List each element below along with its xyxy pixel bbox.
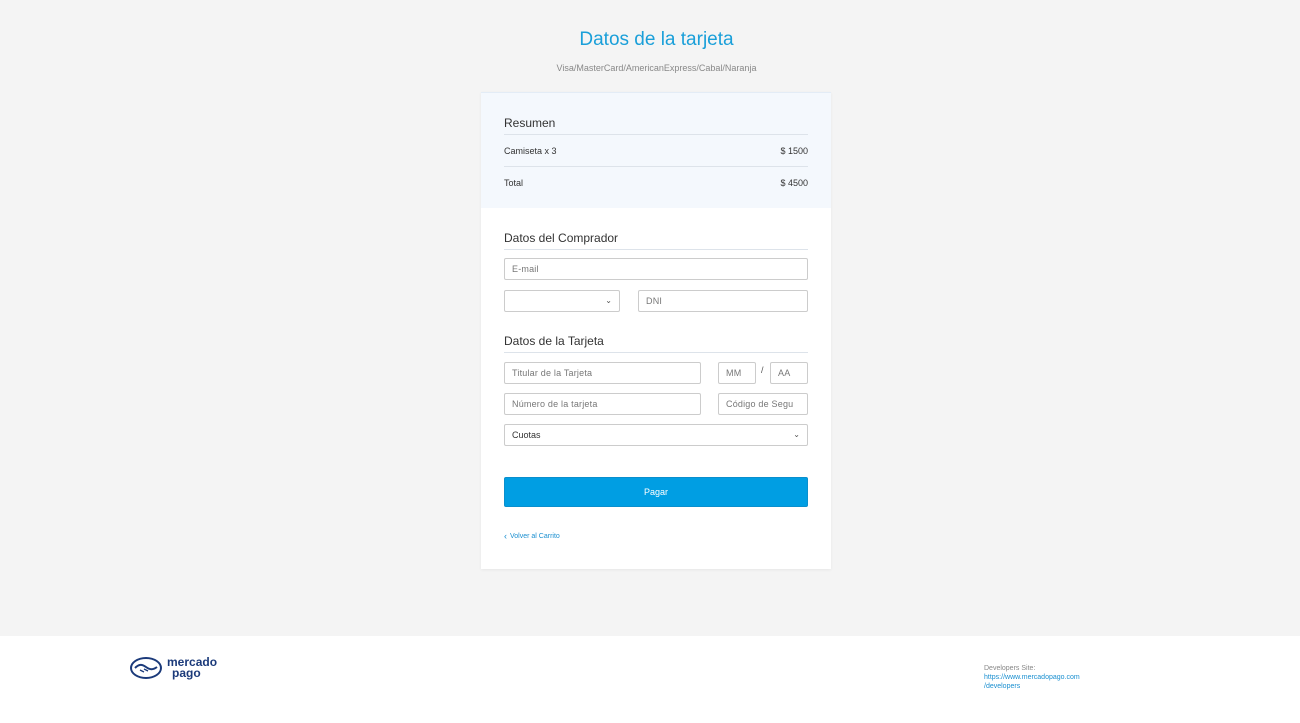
divider: [504, 352, 808, 353]
pay-button-label: Pagar: [643, 487, 669, 497]
chevron-left-icon: ‹: [504, 531, 507, 541]
divider: [504, 249, 808, 250]
back-to-cart-link[interactable]: ‹ Volver al Carrito: [504, 531, 560, 541]
card-holder-placeholder: Titular de la Tarjeta: [512, 368, 593, 378]
installments-select[interactable]: Cuotas ⌄: [504, 424, 808, 446]
dni-field[interactable]: DNI: [638, 290, 808, 312]
security-code-field[interactable]: Código de Segu: [718, 393, 808, 415]
page-title: Datos de la tarjeta: [579, 29, 734, 50]
expiry-month-field[interactable]: MM: [718, 362, 756, 384]
handshake-icon: [130, 657, 162, 679]
item-label: Camiseta x 3: [504, 146, 557, 156]
expiry-year-placeholder: AA: [778, 368, 791, 378]
chevron-down-icon: ⌄: [793, 430, 800, 439]
chevron-down-icon: ⌄: [605, 296, 612, 305]
card-section-title: Datos de la Tarjeta: [504, 334, 604, 348]
accepted-cards-subtitle: Visa/MasterCard/AmericanExpress/Cabal/Na…: [556, 63, 757, 73]
back-to-cart-label: Volver al Carrito: [510, 532, 560, 540]
buyer-section-title: Datos del Comprador: [504, 231, 619, 245]
installments-value: Cuotas: [512, 430, 541, 440]
card-number-placeholder: Número de la tarjeta: [512, 399, 598, 409]
checkout-card: Resumen Camiseta x 3 $ 1500 Total $ 4500…: [481, 92, 831, 569]
developers-label: Developers Site:: [984, 665, 1036, 672]
email-placeholder: E-mail: [512, 264, 539, 274]
developers-link-line-1: https://www.mercadopago.com: [984, 674, 1080, 681]
divider: [504, 134, 808, 135]
logo-line-2: pago: [172, 666, 201, 680]
pay-button[interactable]: Pagar: [504, 477, 808, 507]
logo-wordmark: mercado pago: [167, 656, 217, 680]
summary-title: Resumen: [504, 116, 556, 130]
summary-panel: Resumen Camiseta x 3 $ 1500 Total $ 4500: [481, 92, 831, 208]
developers-link[interactable]: https://www.mercadopago.com /developers: [984, 673, 1080, 691]
total-price: $ 4500: [780, 178, 808, 188]
expiry-separator: /: [761, 365, 764, 375]
card-number-field[interactable]: Número de la tarjeta: [504, 393, 701, 415]
card-holder-field[interactable]: Titular de la Tarjeta: [504, 362, 701, 384]
doc-type-select[interactable]: ⌄: [504, 290, 620, 312]
dni-placeholder: DNI: [646, 296, 663, 306]
email-field[interactable]: E-mail: [504, 258, 808, 280]
mercado-pago-logo: mercado pago: [130, 656, 217, 680]
expiry-month-placeholder: MM: [726, 368, 742, 378]
security-code-placeholder: Código de Segu: [726, 399, 794, 409]
expiry-year-field[interactable]: AA: [770, 362, 808, 384]
footer: mercado pago Developers Site: https://ww…: [0, 636, 1300, 723]
total-label: Total: [504, 178, 524, 188]
divider: [504, 166, 808, 167]
item-price: $ 1500: [780, 146, 808, 156]
developers-link-line-2: /developers: [984, 683, 1021, 690]
developers-info: Developers Site: https://www.mercadopago…: [984, 664, 1080, 691]
